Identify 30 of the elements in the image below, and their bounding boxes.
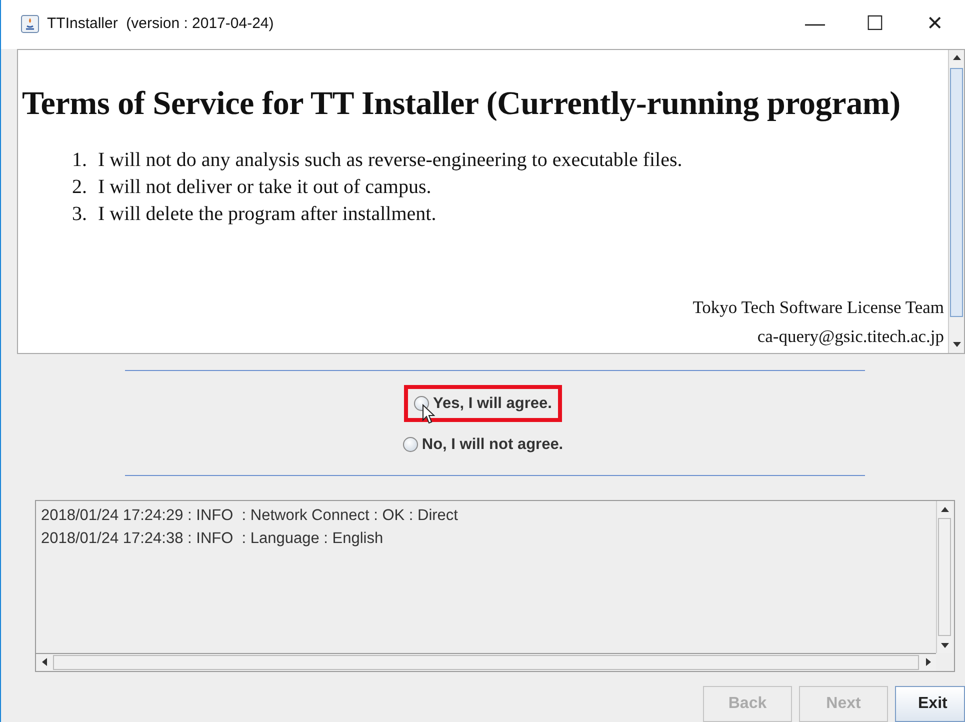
app-icon — [21, 15, 39, 34]
minimize-button[interactable]: — — [785, 8, 845, 40]
terms-item: I will not deliver or take it out of campus. — [98, 175, 432, 200]
log-line: 2018/01/24 17:24:38 : INFO : Language : English — [41, 529, 384, 549]
scrollbar[interactable] — [948, 50, 964, 352]
radio-option[interactable]: Yes, I will agree. — [404, 384, 562, 422]
right-arrow-icon[interactable] — [926, 658, 930, 666]
down-arrow-icon[interactable] — [940, 642, 948, 648]
nav-button[interactable]: Exit — [895, 686, 965, 722]
window-title: TTInstaller (version : 2017-04-24) — [47, 14, 274, 34]
signature-text: Tokyo Tech Software License Team — [692, 296, 944, 316]
terms-heading: Terms of Service for TT Installer (Currently-running program) — [22, 84, 902, 124]
close-button[interactable]: ✕ — [905, 8, 965, 40]
radio-option[interactable]: No, I will not agree. — [392, 426, 574, 463]
log-line: 2018/01/24 17:24:29 : INFO : Network Connect : OK : Direct — [41, 506, 459, 526]
terms-item: I will not do any analysis such as reverse-engineering to executable files. — [98, 148, 682, 173]
left-arrow-icon[interactable] — [42, 658, 46, 666]
maximize-button[interactable]: ☐ — [845, 8, 905, 40]
scrollbar-thumb[interactable] — [950, 68, 963, 316]
list-number: 2. — [72, 175, 88, 200]
up-arrow-icon[interactable] — [940, 506, 948, 512]
list-number: 1. — [72, 148, 88, 173]
scrollbar[interactable] — [36, 653, 936, 671]
cursor-icon — [422, 404, 436, 424]
up-arrow-icon[interactable] — [952, 55, 960, 60]
terms-item: I will delete the program after installment. — [98, 202, 436, 227]
list-number: 3. — [72, 202, 88, 227]
signature-text: ca-query@gsic.titech.ac.jp — [757, 326, 944, 346]
scrollbar[interactable] — [936, 501, 952, 653]
down-arrow-icon[interactable] — [952, 342, 960, 347]
